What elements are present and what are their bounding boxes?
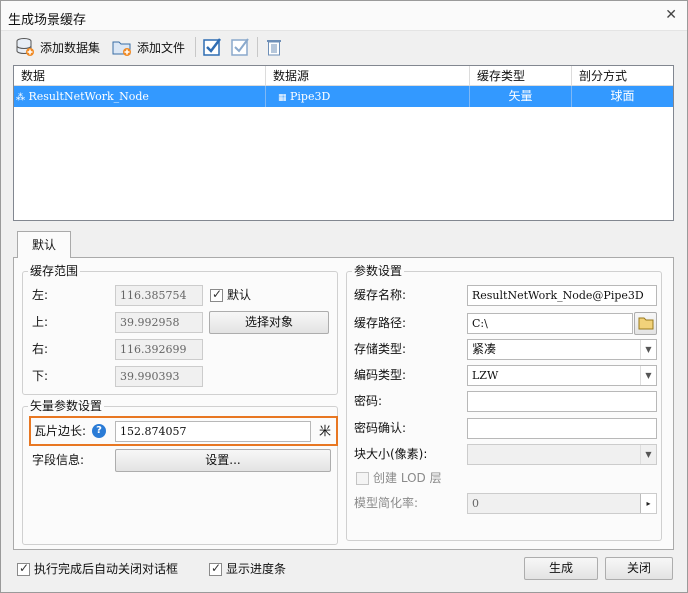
- default-label: 默认: [227, 288, 252, 302]
- column-header-cache-type[interactable]: 缓存类型: [470, 66, 572, 86]
- default-checkbox[interactable]: [210, 287, 223, 302]
- close-icon[interactable]: ✕: [665, 7, 677, 23]
- folder-icon: [638, 317, 653, 330]
- datasource-name: Pipe3D: [290, 90, 331, 103]
- delete-button[interactable]: [264, 35, 284, 59]
- block-size-select[interactable]: ▼: [467, 444, 657, 465]
- point-dataset-icon: ⁂: [16, 93, 25, 103]
- storage-type-label: 存储类型:: [354, 342, 407, 356]
- database-add-icon: [16, 38, 34, 56]
- right-field[interactable]: 116.392699: [115, 339, 203, 360]
- generate-button[interactable]: 生成: [524, 557, 598, 580]
- check-all-icon: [203, 38, 221, 56]
- cell-data: ⁂ ResultNetWork_Node: [14, 86, 266, 107]
- simplify-rate-label: 模型简化率:: [354, 496, 419, 510]
- password-confirm-field[interactable]: [467, 418, 657, 439]
- encoding-type-value: LZW: [472, 369, 499, 382]
- show-progress-checkbox[interactable]: [209, 561, 222, 576]
- cell-datasource: ▦ Pipe3D: [266, 86, 470, 107]
- window-title: 生成场景缓存: [8, 13, 87, 28]
- cache-path-label: 缓存路径:: [354, 316, 407, 330]
- vector-params-title: 矢量参数设置: [28, 399, 105, 413]
- bottom-label: 下:: [32, 369, 49, 383]
- top-field[interactable]: 39.992958: [115, 312, 203, 333]
- dataset-name: ResultNetWork_Node: [28, 90, 149, 103]
- password-field[interactable]: [467, 391, 657, 412]
- datasource-icon: ▦: [278, 93, 287, 103]
- cache-name-label: 缓存名称:: [354, 288, 407, 302]
- tab-default[interactable]: 默认: [17, 231, 71, 258]
- close-button[interactable]: 关闭: [605, 557, 673, 580]
- right-label: 右:: [32, 342, 49, 356]
- simplify-rate-field[interactable]: 0 ▸: [467, 493, 657, 514]
- add-dataset-label: 添加数据集: [40, 40, 101, 55]
- chevron-down-icon: ▼: [640, 340, 656, 359]
- folder-add-icon: [112, 41, 131, 56]
- column-header-split-mode[interactable]: 剖分方式: [572, 66, 673, 86]
- column-header-data[interactable]: 数据: [14, 66, 266, 86]
- add-file-button[interactable]: 添加文件: [112, 35, 185, 59]
- toolbar-separator: [195, 37, 196, 57]
- add-dataset-button[interactable]: 添加数据集: [15, 35, 100, 59]
- auto-close-checkbox[interactable]: [17, 561, 30, 576]
- cache-name-field[interactable]: ResultNetWork_Node@Pipe3D: [467, 285, 657, 306]
- tile-length-field[interactable]: 152.874057: [115, 421, 311, 442]
- params-title: 参数设置: [352, 264, 405, 278]
- show-progress-label: 显示进度条: [226, 562, 287, 576]
- cell-split-mode[interactable]: 球面: [572, 86, 673, 107]
- auto-close-label: 执行完成后自动关闭对话框: [34, 562, 179, 576]
- field-settings-button[interactable]: 设置...: [115, 449, 331, 472]
- chevron-down-icon: ▼: [640, 366, 656, 385]
- storage-type-select[interactable]: 紧凑 ▼: [467, 339, 657, 360]
- top-label: 上:: [32, 315, 49, 329]
- table-row[interactable]: ⁂ ResultNetWork_Node ▦ Pipe3D 矢量 球面: [14, 86, 673, 107]
- chevron-right-icon[interactable]: ▸: [640, 494, 656, 513]
- encoding-type-label: 编码类型:: [354, 368, 407, 382]
- cache-range-title: 缓存范围: [28, 264, 81, 278]
- password-confirm-label: 密码确认:: [354, 421, 407, 435]
- storage-type-value: 紧凑: [472, 342, 497, 356]
- cache-path-field[interactable]: C:\: [467, 313, 633, 334]
- select-all-button[interactable]: [202, 35, 222, 59]
- create-lod-label: 创建 LOD 层: [373, 471, 442, 485]
- select-object-button[interactable]: 选择对象: [209, 311, 329, 334]
- generate-scene-cache-dialog: 生成场景缓存 ✕ 添加数据集 添加文件 数据 数据源 缓存类型 剖分方式 ⁂ R…: [0, 0, 688, 593]
- field-info-label: 字段信息:: [32, 453, 85, 467]
- cell-cache-type[interactable]: 矢量: [470, 86, 572, 107]
- simplify-rate-value: 0: [472, 497, 479, 510]
- toolbar: 添加数据集 添加文件: [1, 32, 687, 62]
- left-label: 左:: [32, 288, 49, 302]
- grid-header: 数据 数据源 缓存类型 剖分方式: [14, 66, 673, 86]
- left-field[interactable]: 116.385754: [115, 285, 203, 306]
- invert-selection-button[interactable]: [230, 35, 250, 59]
- trash-icon: [267, 40, 281, 56]
- bottom-field[interactable]: 39.990393: [115, 366, 203, 387]
- password-label: 密码:: [354, 394, 383, 408]
- tile-length-unit: 米: [319, 424, 332, 438]
- create-lod-checkbox[interactable]: [356, 472, 369, 485]
- chevron-down-icon: ▼: [640, 445, 656, 464]
- browse-folder-button[interactable]: [634, 312, 657, 335]
- block-size-label: 块大小(像素):: [354, 447, 428, 461]
- toolbar-separator: [257, 37, 258, 57]
- check-invert-icon: [231, 38, 249, 56]
- tile-length-label: 瓦片边长:: [34, 424, 87, 438]
- add-file-label: 添加文件: [137, 40, 186, 55]
- encoding-type-select[interactable]: LZW ▼: [467, 365, 657, 386]
- column-header-datasource[interactable]: 数据源: [266, 66, 470, 86]
- title-bar: 生成场景缓存 ✕: [1, 1, 687, 31]
- dataset-grid: 数据 数据源 缓存类型 剖分方式 ⁂ ResultNetWork_Node ▦ …: [13, 65, 674, 221]
- help-icon[interactable]: ?: [92, 424, 106, 438]
